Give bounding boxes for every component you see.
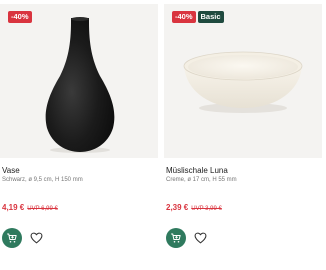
card-actions — [166, 228, 207, 248]
original-price: UVP 3,99 € — [191, 206, 222, 212]
cart-plus-icon — [171, 233, 181, 243]
add-to-cart-button[interactable] — [2, 228, 22, 248]
cart-plus-icon — [7, 233, 17, 243]
price-row: 2,39 € UVP 3,99 € — [166, 203, 222, 212]
product-image-vase[interactable]: -40% — [0, 4, 158, 158]
sale-price: 4,19 € — [2, 203, 25, 212]
wishlist-button[interactable] — [193, 231, 207, 245]
product-card-bowl[interactable]: -40% Basic Müslischale Luna Creme, ø 17 … — [164, 0, 322, 270]
discount-badge: -40% — [172, 11, 196, 23]
badge-group: -40% Basic — [172, 11, 224, 23]
basic-badge: Basic — [197, 11, 224, 23]
product-grid: -40% Vase Schwarz, ø 9,5 cm, H 150 mm 4,… — [0, 0, 326, 270]
product-image-bowl[interactable]: -40% Basic — [164, 4, 322, 158]
product-card-vase[interactable]: -40% Vase Schwarz, ø 9,5 cm, H 150 mm 4,… — [0, 0, 158, 270]
product-name[interactable]: Vase — [2, 166, 20, 175]
add-to-cart-button[interactable] — [166, 228, 186, 248]
product-description: Creme, ø 17 cm, H 55 mm — [166, 177, 237, 183]
price-row: 4,19 € UVP 6,99 € — [2, 203, 58, 212]
cream-bowl-image — [183, 51, 303, 113]
discount-badge: -40% — [8, 11, 32, 23]
original-price: UVP 6,99 € — [27, 206, 58, 212]
wishlist-button[interactable] — [29, 231, 43, 245]
heart-icon — [194, 232, 206, 244]
heart-icon — [30, 232, 42, 244]
product-name[interactable]: Müslischale Luna — [166, 166, 228, 175]
black-vase-image — [45, 17, 115, 153]
badge-group: -40% — [8, 11, 32, 23]
card-actions — [2, 228, 43, 248]
sale-price: 2,39 € — [166, 203, 189, 212]
product-description: Schwarz, ø 9,5 cm, H 150 mm — [2, 177, 83, 183]
